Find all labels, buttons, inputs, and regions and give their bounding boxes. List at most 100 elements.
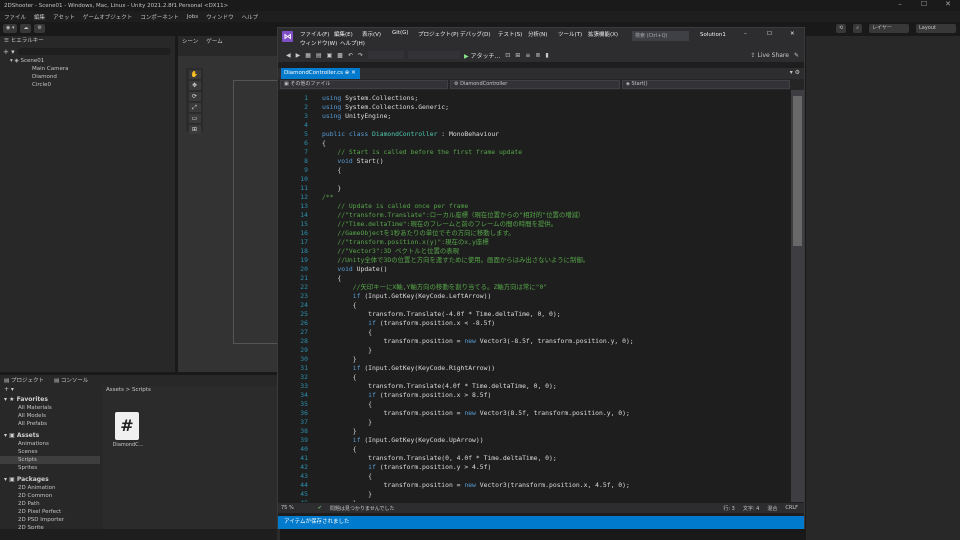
toolbar-icon[interactable]: ⊡ xyxy=(505,52,510,59)
menu-component[interactable]: コンポーネント xyxy=(140,13,179,21)
code-line[interactable]: 6{ xyxy=(278,139,790,148)
code-line[interactable]: 46 } xyxy=(278,499,790,502)
scene-root[interactable]: ▾ ◈ Scene01 xyxy=(0,57,175,65)
code-line[interactable]: 12 /** xyxy=(278,193,790,202)
csharp-script-icon[interactable]: # xyxy=(115,412,139,440)
folder-item[interactable]: Animations xyxy=(0,440,100,448)
search-icon[interactable]: ⌕ xyxy=(853,24,862,33)
save-icon[interactable]: ▣ xyxy=(327,52,333,59)
code-line[interactable]: 14 //"transform.Translate":ローカル座標（現在位置から… xyxy=(278,211,790,220)
code-line[interactable]: 32 { xyxy=(278,373,790,382)
redo-icon[interactable]: ↷ xyxy=(358,52,363,59)
menu-assets[interactable]: アセット xyxy=(53,13,75,21)
folder-item[interactable]: Scenes xyxy=(0,448,100,456)
toolbar-icon[interactable]: ≡ xyxy=(525,52,530,59)
code-line[interactable]: 13 // Update is called once per frame xyxy=(278,202,790,211)
settings-icon[interactable]: ⚙ xyxy=(34,24,45,33)
code-line[interactable]: 29 } xyxy=(278,346,790,355)
vs-menu-tools[interactable]: ツール(T) xyxy=(558,30,582,38)
package-item[interactable]: 2D Pixel Perfect xyxy=(0,508,100,516)
vs-menu-extensions[interactable]: 拡張機能(X) xyxy=(588,30,618,38)
zoom-level[interactable]: 75 % xyxy=(281,505,294,511)
hierarchy-item[interactable]: Circle0 xyxy=(0,81,175,89)
live-share-button[interactable]: ⇪ Live Share xyxy=(751,52,789,59)
code-line[interactable]: 30 } xyxy=(278,355,790,364)
packages-header[interactable]: ▾ ▣ Packages xyxy=(0,475,100,484)
code-line[interactable]: 18 //"Vector3":3D ベクトルと位置の表現 xyxy=(278,247,790,256)
move-tool-icon[interactable]: ✥ xyxy=(188,81,201,90)
rotate-tool-icon[interactable]: ⟳ xyxy=(188,92,201,101)
add-asset-icon[interactable]: + ▾ xyxy=(0,386,100,395)
code-line[interactable]: 37 } xyxy=(278,418,790,427)
forward-icon[interactable]: ▶ xyxy=(296,52,301,59)
bookmark-icon[interactable]: ▮ xyxy=(545,52,548,59)
tab-project[interactable]: ▤ プロジェクト xyxy=(4,376,44,384)
save-all-icon[interactable]: ▩ xyxy=(337,52,343,59)
vs-menu-git[interactable]: Git(G) xyxy=(392,30,409,36)
issues-status[interactable]: 問題は見つかりませんでした xyxy=(330,505,395,512)
cloud-icon[interactable]: ☁ xyxy=(20,24,32,33)
favorites-header[interactable]: ▾ ★ Favorites xyxy=(0,395,100,404)
code-line[interactable]: 19 //Unity全体で3Dの位置と方向を渡すために使用。画面からはみ出さない… xyxy=(278,256,790,265)
feedback-icon[interactable]: ✎ xyxy=(794,52,799,59)
code-line[interactable]: 41 transform.Translate(0, 4.0f * Time.de… xyxy=(278,454,790,463)
maximize-icon[interactable]: ☐ xyxy=(767,31,772,37)
toolbar-icon[interactable]: ⊞ xyxy=(515,52,520,59)
minimize-icon[interactable]: – xyxy=(744,31,747,37)
code-line[interactable]: 43 { xyxy=(278,472,790,481)
vs-menu-view[interactable]: 表示(V) xyxy=(362,30,381,38)
code-line[interactable]: 1 using System.Collections; xyxy=(278,94,790,103)
tab-close-icon[interactable]: ✕ xyxy=(351,70,356,76)
vs-menu-analyze[interactable]: 分析(N) xyxy=(528,30,547,38)
package-item[interactable]: 2D PSD Importer xyxy=(0,516,100,524)
rect-tool-icon[interactable]: ▭ xyxy=(188,114,201,123)
favorite-item[interactable]: All Materials xyxy=(0,404,100,412)
code-line[interactable]: 26 if (transform.position.x < -8.5f) xyxy=(278,319,790,328)
maximize-icon[interactable]: ☐ xyxy=(912,0,936,8)
code-line[interactable]: 34 if (transform.position.x > 8.5f) xyxy=(278,391,790,400)
code-line[interactable]: 33 transform.Translate(4.0f * Time.delta… xyxy=(278,382,790,391)
vs-menu-file[interactable]: ファイル(F) xyxy=(300,30,329,38)
code-line[interactable]: 11 } xyxy=(278,184,790,193)
hand-tool-icon[interactable]: ✋ xyxy=(188,70,201,79)
code-line[interactable]: 36 transform.position = new Vector3(8.5f… xyxy=(278,409,790,418)
package-item[interactable]: 2D Common xyxy=(0,492,100,500)
code-line[interactable]: 35 { xyxy=(278,400,790,409)
code-line[interactable]: 9 { xyxy=(278,166,790,175)
transform-tool-icon[interactable]: ⊞ xyxy=(188,125,201,134)
menu-edit[interactable]: 編集 xyxy=(34,13,45,21)
code-line[interactable]: 27 { xyxy=(278,328,790,337)
tab-game[interactable]: ゲーム xyxy=(206,37,222,45)
code-line[interactable]: 24 { xyxy=(278,301,790,310)
favorite-item[interactable]: All Models xyxy=(0,412,100,420)
menu-help[interactable]: ヘルプ xyxy=(242,13,259,21)
assets-header[interactable]: ▾ ▣ Assets xyxy=(0,431,100,440)
code-line[interactable]: 23 if (Input.GetKey(KeyCode.LeftArrow)) xyxy=(278,292,790,301)
toolbar-icon[interactable]: ≣ xyxy=(535,52,540,59)
code-line[interactable]: 15 //"Time.deltaTime":現在のフレームと前のフレームの間の時… xyxy=(278,220,790,229)
add-icon[interactable]: + ▾ xyxy=(3,48,15,56)
history-icon[interactable]: ⟲ xyxy=(835,24,847,33)
config-dropdown[interactable] xyxy=(368,51,404,59)
pin-icon[interactable]: ⊕ xyxy=(345,70,350,76)
platform-dropdown[interactable] xyxy=(408,51,460,59)
menu-file[interactable]: ファイル xyxy=(4,13,26,21)
new-icon[interactable]: ▦ xyxy=(305,52,311,59)
folder-item-selected[interactable]: Scripts xyxy=(0,456,100,464)
folder-item[interactable]: Sprites xyxy=(0,464,100,472)
layout-dropdown[interactable]: Layout xyxy=(916,24,956,33)
vs-search-input[interactable]: 検索 (Ctrl+Q) xyxy=(632,31,689,41)
code-editor[interactable]: 1 using System.Collections; 2 using System.… xyxy=(278,90,790,502)
vs-menu-test[interactable]: テスト(S) xyxy=(498,30,522,38)
code-line[interactable]: 31 if (Input.GetKey(KeyCode.RightArrow)) xyxy=(278,364,790,373)
account-button[interactable]: ◉ ▾ xyxy=(3,24,18,33)
code-line[interactable]: 10 xyxy=(278,175,790,184)
undo-icon[interactable]: ↶ xyxy=(348,52,353,59)
code-line[interactable]: 38 } xyxy=(278,427,790,436)
close-icon[interactable]: ✕ xyxy=(936,0,960,8)
vs-menu-help[interactable]: ヘルプ(H) xyxy=(340,39,365,47)
code-line[interactable]: 21 { xyxy=(278,274,790,283)
favorite-item[interactable]: All Prefabs xyxy=(0,420,100,428)
code-line[interactable]: 28 transform.position = new Vector3(-8.5… xyxy=(278,337,790,346)
code-line[interactable]: 44 transform.position = new Vector3(tran… xyxy=(278,481,790,490)
